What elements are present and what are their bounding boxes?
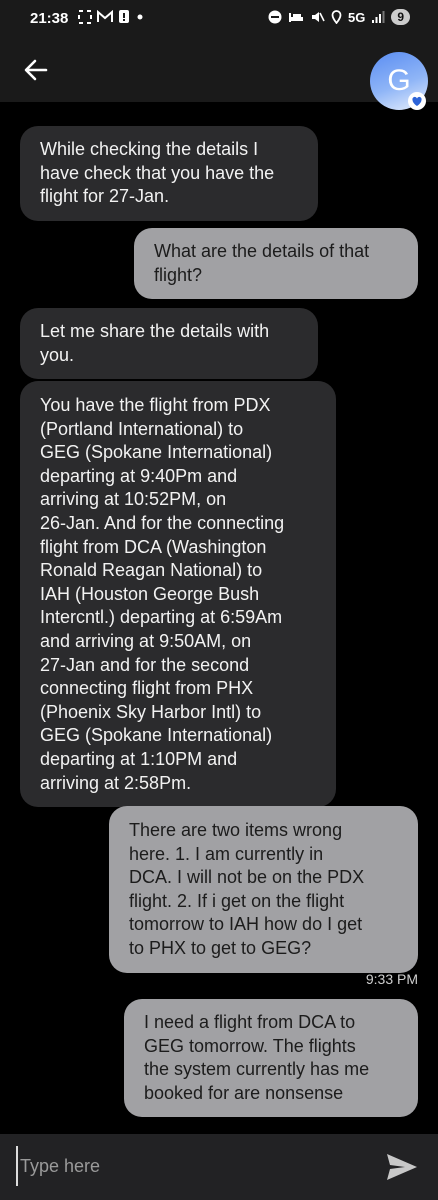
avatar-letter: G [387,64,411,97]
battery-level: 9 [391,9,410,25]
outgoing-message: There are two items wrong here. 1. I am … [109,806,418,973]
outgoing-message: I need a flight from DCA to GEG tomorrow… [124,999,418,1118]
mute-icon [311,12,325,22]
back-arrow-icon[interactable] [20,54,52,86]
do-not-disturb-icon [268,10,282,24]
message-timestamp: 9:33 PM [365,971,418,987]
status-bar: 21:38 5G 9 [0,0,438,40]
message-composer [0,1134,438,1200]
location-icon [331,10,342,24]
bed-icon [288,13,303,22]
dot-icon [137,14,143,19]
status-time: 21:38 [30,10,69,27]
message-list[interactable]: While checking the details I have check … [0,102,438,1134]
signal-icon [372,10,385,23]
incoming-message: Let me share the details with you. [20,308,318,380]
system-icons: 5G 9 [268,9,410,25]
gmail-icon [97,10,113,22]
notification-icons [78,9,145,24]
incoming-message: While checking the details I have check … [20,126,318,221]
send-icon[interactable] [384,1151,420,1183]
network-type: 5G [347,9,366,25]
outgoing-message: What are the details of that flight? [134,228,418,300]
message-input[interactable] [16,1146,370,1186]
verified-badge-icon [408,92,426,110]
alert-icon [119,10,129,23]
screenshot-icon [78,9,92,24]
incoming-message: You have the flight from PDX (Portland I… [20,381,336,808]
